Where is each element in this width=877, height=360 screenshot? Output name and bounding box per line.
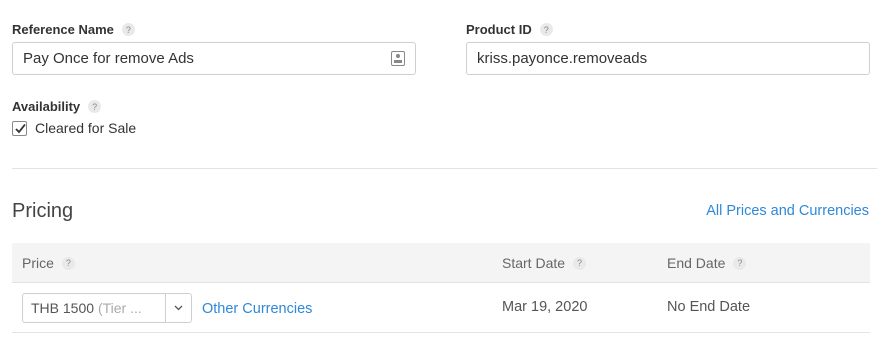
price-value: THB 1500 bbox=[31, 300, 95, 316]
reference-name-value[interactable]: Pay Once for remove Ads bbox=[23, 50, 391, 67]
help-icon[interactable]: ? bbox=[61, 256, 75, 270]
reference-name-label-text: Reference Name bbox=[12, 22, 114, 37]
product-id-input[interactable]: kriss.payonce.removeads bbox=[466, 42, 870, 75]
price-tier-value[interactable]: THB 1500 (Tier ... bbox=[23, 300, 165, 316]
help-icon[interactable]: ? bbox=[573, 256, 587, 270]
reference-name-input[interactable]: Pay Once for remove Ads bbox=[12, 42, 416, 75]
help-icon[interactable]: ? bbox=[121, 23, 135, 36]
price-column-label: Price bbox=[22, 255, 54, 271]
cleared-for-sale-label[interactable]: Cleared for Sale bbox=[35, 120, 136, 136]
pricing-table-header: Price ? Start Date ? End Date ? bbox=[12, 243, 870, 283]
end-date-column-header: End Date ? bbox=[667, 255, 747, 271]
table-row: THB 1500 (Tier ... Other Currencies Mar … bbox=[12, 283, 870, 333]
cleared-for-sale-checkbox[interactable] bbox=[12, 120, 27, 136]
price-column-header: Price ? bbox=[22, 255, 75, 271]
price-tier-select[interactable]: THB 1500 (Tier ... bbox=[22, 293, 192, 323]
availability-label-text: Availability bbox=[12, 99, 81, 114]
help-icon[interactable]: ? bbox=[733, 256, 747, 270]
chevron-down-icon[interactable] bbox=[165, 294, 191, 322]
other-currencies-link[interactable]: Other Currencies bbox=[202, 301, 312, 317]
cleared-for-sale-row[interactable]: Cleared for Sale bbox=[12, 120, 136, 136]
all-prices-and-currencies-link[interactable]: All Prices and Currencies bbox=[706, 203, 869, 219]
product-id-label-text: Product ID bbox=[466, 22, 532, 37]
contact-card-icon[interactable] bbox=[391, 51, 405, 66]
pricing-title: Pricing bbox=[12, 200, 74, 222]
help-icon[interactable]: ? bbox=[88, 100, 102, 113]
section-divider bbox=[12, 168, 877, 169]
reference-name-label: Reference Name ? bbox=[12, 22, 135, 37]
help-icon[interactable]: ? bbox=[539, 23, 553, 36]
end-date-value: No End Date bbox=[667, 299, 751, 315]
start-date-value: Mar 19, 2020 bbox=[502, 299, 588, 315]
availability-label: Availability ? bbox=[12, 99, 102, 114]
product-id-value[interactable]: kriss.payonce.removeads bbox=[477, 50, 859, 67]
start-date-column-label: Start Date bbox=[502, 255, 566, 271]
end-date-column-label: End Date bbox=[667, 255, 726, 271]
product-id-label: Product ID ? bbox=[466, 22, 553, 37]
start-date-column-header: Start Date ? bbox=[502, 255, 587, 271]
checkmark-icon bbox=[15, 123, 26, 133]
price-tier: (Tier ... bbox=[97, 300, 142, 316]
